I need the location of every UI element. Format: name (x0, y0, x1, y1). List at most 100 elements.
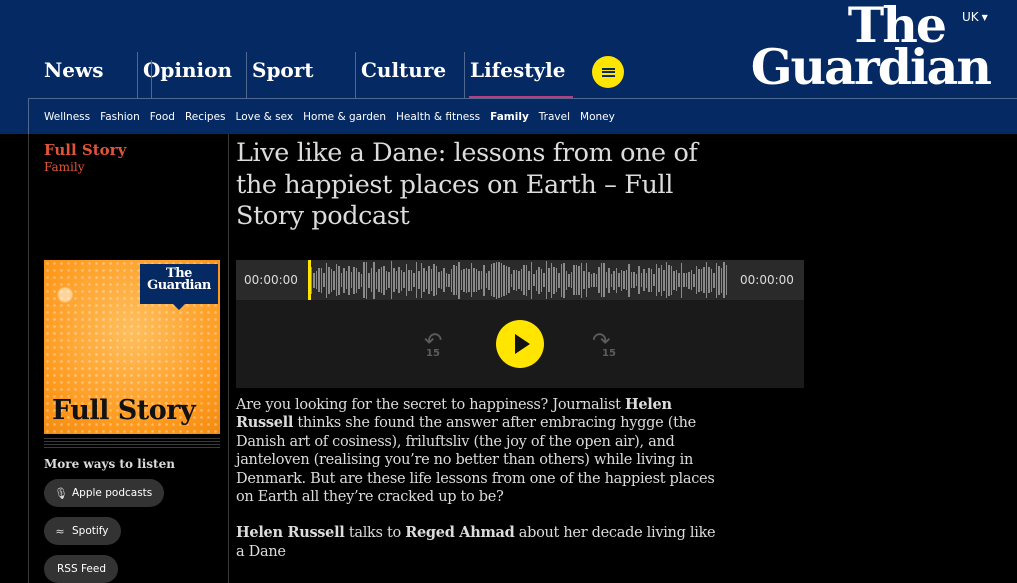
waveform-bar (355, 267, 357, 293)
waveform-bar (388, 272, 390, 288)
waveform-bar (453, 265, 455, 295)
waveform-bar (368, 272, 370, 288)
pillar-sport[interactable]: Sport (246, 52, 355, 98)
waveform-bar (713, 272, 715, 288)
waveform-bar (565, 270, 567, 290)
waveform-bar (675, 269, 677, 291)
waveform-bar (575, 265, 577, 295)
skip-back-seconds: 15 (426, 348, 440, 359)
subnav-wellness[interactable]: Wellness (44, 111, 90, 123)
waveform-bar (710, 268, 712, 292)
apple-podcasts-link[interactable]: 🎙 Apple podcasts (44, 479, 165, 507)
pillar-lifestyle[interactable]: Lifestyle (464, 52, 573, 99)
waveform-bar (568, 273, 570, 287)
waveform-bar (450, 268, 452, 292)
waveform-bar (555, 268, 557, 292)
waveform-bar (518, 271, 520, 289)
pillar-opinion[interactable]: Opinion (137, 52, 246, 98)
standfirst-paragraph: Are you looking for the secret to happin… (236, 396, 726, 506)
standfirst-text: Are you looking for the secret to happin… (236, 397, 625, 413)
play-button[interactable] (496, 320, 544, 368)
subnav-health-fitness[interactable]: Health & fitness (396, 111, 480, 123)
waveform-bar (378, 268, 380, 292)
subnav-fashion[interactable]: Fashion (100, 111, 140, 123)
skip-forward-button[interactable]: ↷ 15 (592, 331, 624, 360)
series-section[interactable]: Family (44, 160, 126, 174)
waveform-bar (720, 267, 722, 293)
waveform[interactable] (308, 260, 732, 300)
waveform-bar (320, 267, 322, 293)
skip-back-button[interactable]: ↶ 15 (424, 331, 456, 360)
waveform-bar (448, 273, 450, 287)
subnav-money[interactable]: Money (580, 111, 615, 123)
standfirst-text: talks to (344, 525, 406, 542)
waveform-bar (718, 265, 720, 295)
hamburger-icon (601, 67, 615, 77)
waveform-bar (360, 273, 362, 287)
waveform-bar (483, 264, 485, 296)
spotify-label: Spotify (72, 525, 109, 537)
waveform-bar (510, 273, 512, 287)
spotify-link[interactable]: ≈ Spotify (44, 517, 121, 545)
waveform-bar (423, 268, 425, 292)
guardian-logo[interactable]: The Guardian (728, 0, 992, 91)
waveform-bar (615, 267, 617, 293)
waveform-bar (685, 273, 687, 287)
waveform-bar (430, 269, 432, 291)
waveform-bar (533, 274, 535, 286)
waveform-bar (600, 263, 602, 297)
pillar-culture[interactable]: Culture (355, 52, 464, 98)
playhead[interactable] (308, 260, 311, 300)
waveform-bar (488, 270, 490, 290)
article-headline: Live like a Dane: lessons from one of th… (236, 138, 698, 231)
waveform-bar (668, 264, 670, 296)
menu-button[interactable] (592, 56, 624, 88)
subnav-love-sex[interactable]: Love & sex (236, 111, 294, 123)
waveform-bar (548, 268, 550, 292)
waveform-bar (580, 262, 582, 298)
subnav-home-garden[interactable]: Home & garden (303, 111, 386, 123)
subnav-food[interactable]: Food (150, 111, 175, 123)
waveform-bar (443, 268, 445, 292)
host-link[interactable]: Reged Ahmad (405, 524, 515, 541)
waveform-bar (395, 271, 397, 289)
waveform-bar (348, 265, 350, 295)
waveform-bar (418, 271, 420, 289)
waveform-bar (365, 261, 367, 299)
subnav-travel[interactable]: Travel (539, 111, 570, 123)
waveform-bar (410, 269, 412, 291)
waveform-bar (445, 273, 447, 287)
waveform-bar (543, 273, 545, 287)
series-title[interactable]: Full Story (44, 141, 126, 159)
subnav-recipes[interactable]: Recipes (185, 111, 226, 123)
waveform-bar (343, 267, 345, 293)
waveform-bar (665, 262, 667, 298)
pillar-news[interactable]: News (28, 52, 137, 98)
waveform-bar (628, 263, 630, 297)
waveform-bar (323, 273, 325, 287)
waveform-bar (460, 270, 462, 290)
waveform-bar (440, 271, 442, 289)
nav-divider (28, 98, 1017, 99)
waveform-bar (633, 272, 635, 288)
waveform-bar (693, 273, 695, 287)
waveform-bar (610, 273, 612, 287)
subnav-family[interactable]: Family (490, 111, 529, 123)
waveform-bar (683, 273, 685, 287)
player-progress-bar[interactable]: 00:00:00 00:00:00 (236, 260, 804, 300)
waveform-bar (513, 270, 515, 290)
waveform-bar (358, 271, 360, 289)
waveform-bar (385, 270, 387, 290)
waveform-bar (608, 267, 610, 293)
waveform-bar (680, 262, 682, 298)
contributor-link[interactable]: Helen Russell (236, 524, 345, 541)
waveform-bar (508, 267, 510, 293)
waveform-bar (318, 268, 320, 292)
decorative-stripes (44, 438, 220, 450)
waveform-bar (645, 272, 647, 288)
waveform-bar (435, 265, 437, 295)
lifestyle-subnav: Wellness Fashion Food Recipes Love & sex… (44, 111, 615, 123)
rss-feed-link[interactable]: RSS Feed (44, 555, 119, 583)
waveform-bar (465, 267, 467, 293)
article-standfirst: Are you looking for the secret to happin… (236, 396, 726, 561)
